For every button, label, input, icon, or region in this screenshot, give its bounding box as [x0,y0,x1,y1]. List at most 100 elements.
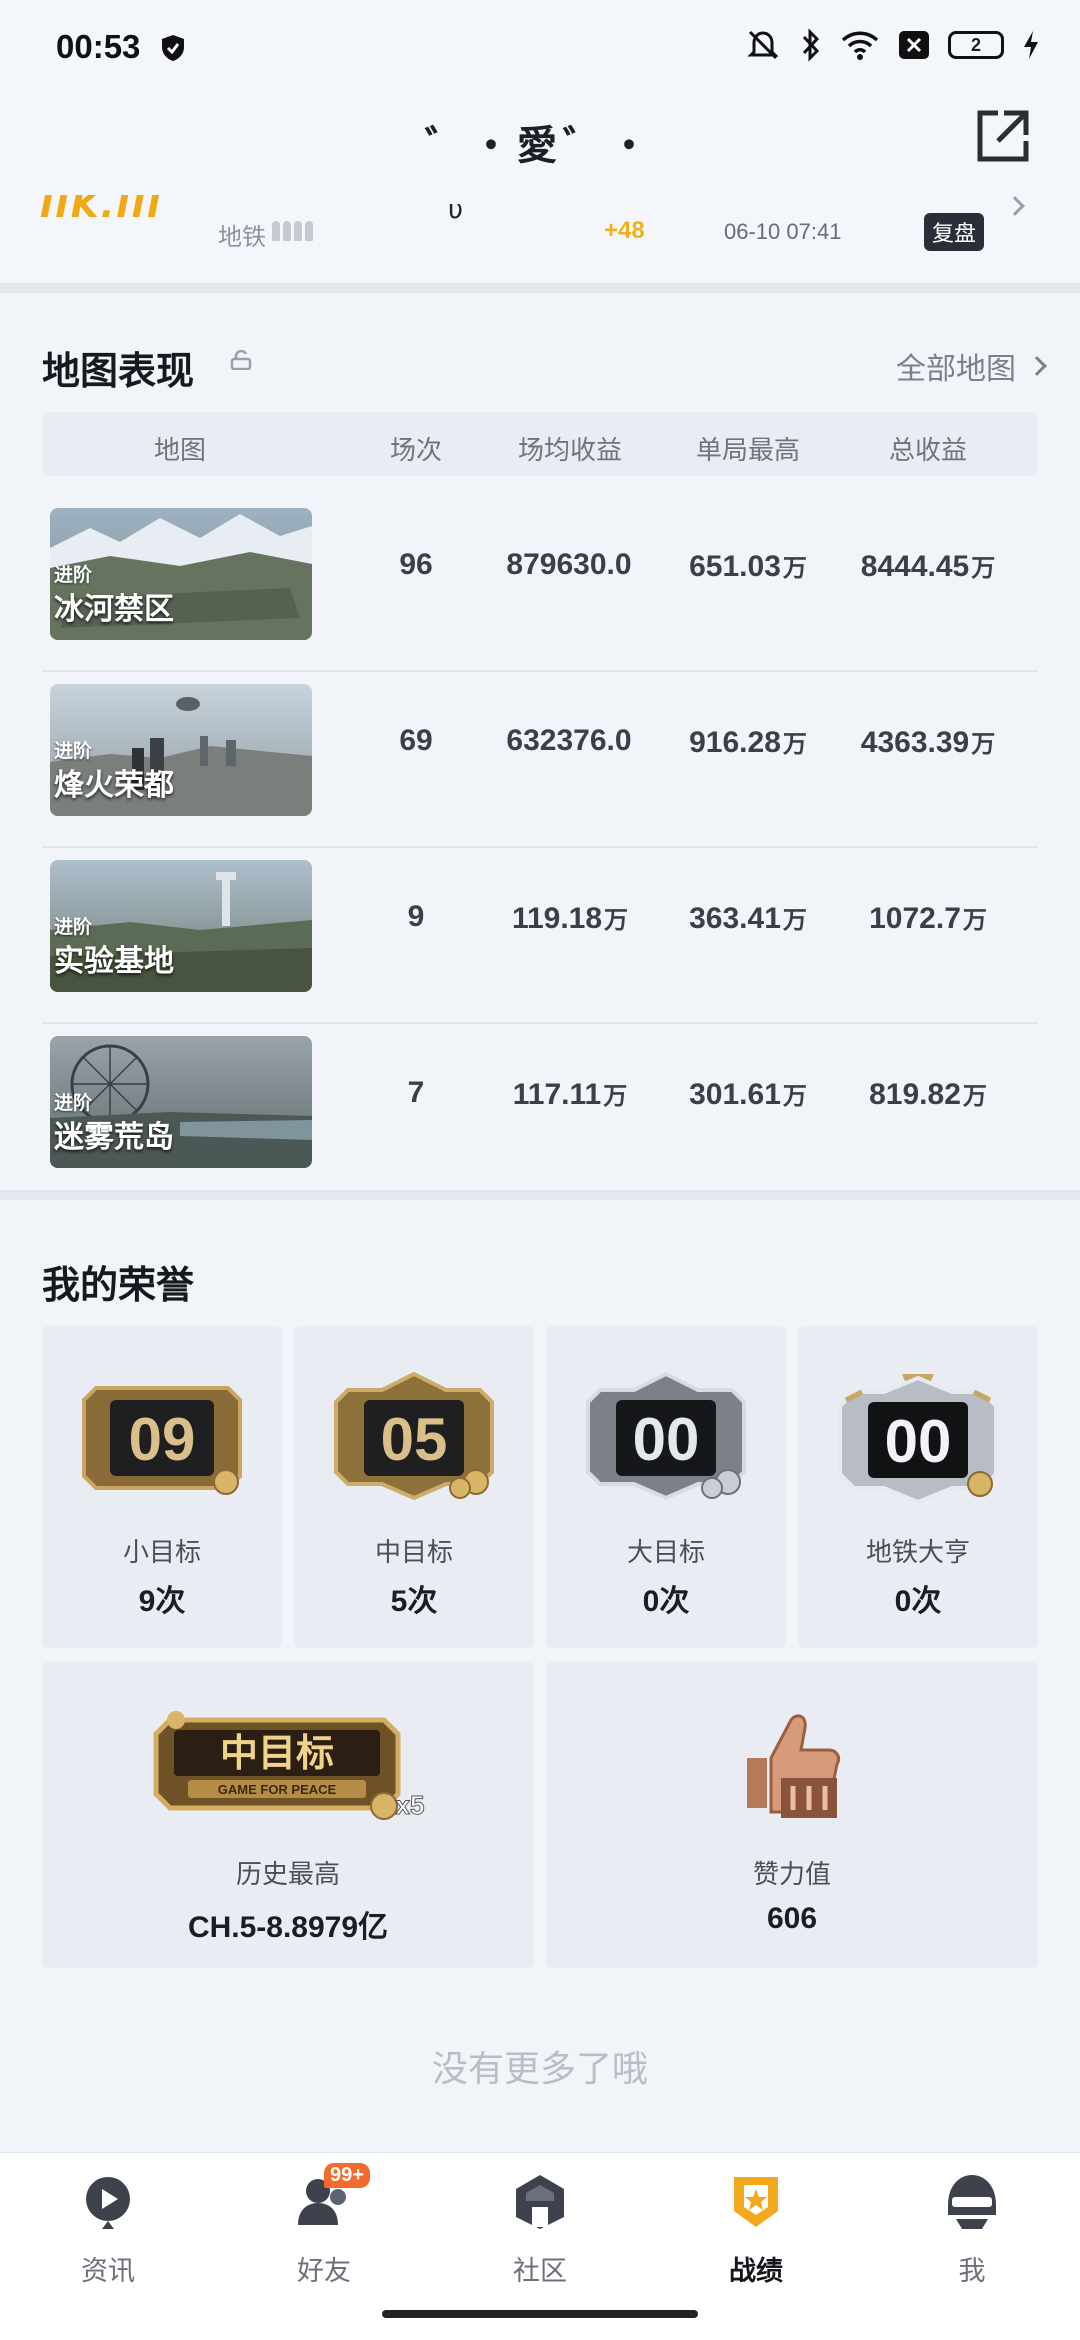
honor-card-history-best[interactable]: 中目标 GAME FOR PEACE x5 历史最高 CH.5-8.8979亿 [42,1662,534,1968]
friends-badge: 99+ [324,2163,370,2188]
no-more-text: 没有更多了哦 [431,2049,648,2090]
mid-goal-plaque-icon: 中目标 GAME FOR PEACE x5 [153,1711,425,1821]
map-thumbnail: 进阶 实验基地 [50,860,312,992]
mute-bell-icon [747,30,779,60]
chevron-right-icon [1027,356,1047,376]
table-row[interactable]: 进阶 冰河禁区 96 879630.0 651.03万 8444.45万 [42,496,1038,672]
honor-count: 0次 [894,1585,942,1618]
avg-value: 119.18万 [511,902,629,935]
honor-card-big-goal[interactable]: 00 大目标 0次 [546,1326,786,1648]
history-label: 历史最高 [235,1860,340,1890]
share-export-icon[interactable] [974,107,1032,165]
tab-friends[interactable]: 99+ 好友 [249,2163,399,2288]
tab-community[interactable]: 社区 [465,2171,615,2288]
crowned-silver-badge-icon: 00 [838,1374,998,1504]
map-section-title: 地图表现 [42,349,195,393]
best-value: 363.41万 [689,902,807,935]
match-record-row[interactable]: IIK.III 地铁 υ +48 06-10 07:41 复盘 [0,195,1080,283]
tab-label: 战绩 [729,2256,783,2287]
match-datetime: 06-10 07:41 [724,219,842,244]
honor-count: 9次 [138,1585,186,1618]
honor-label: 地铁大亨 [865,1538,970,1568]
matches-value: 96 [399,548,433,581]
battery-indicator: 2 [948,31,1004,59]
map-tier: 进阶 [54,1092,93,1114]
map-name: 实验基地 [54,944,174,979]
news-play-icon [86,2177,130,2229]
total-value: 8444.45万 [860,550,996,583]
badge-number: 09 [129,1406,196,1473]
gold-badge-icon: 09 [82,1386,242,1495]
col-map: 地图 [153,436,207,466]
plaque-subtitle: GAME FOR PEACE [218,1782,337,1797]
map-thumbnail: 进阶 迷雾荒岛 [50,1036,312,1168]
honor-section-title: 我的荣誉 [42,1263,195,1307]
section-divider [0,1190,1080,1200]
total-value: 1072.7万 [869,902,987,935]
honor-card-mid-goal[interactable]: 05 中目标 5次 [294,1326,534,1648]
avg-value: 117.11万 [512,1078,628,1111]
likes-label: 赞力值 [752,1860,831,1890]
badge-number: 00 [633,1406,700,1473]
map-thumbnail: 进阶 冰河禁区 [50,508,312,640]
tab-me[interactable]: 我 [897,2171,1047,2288]
bluetooth-icon [802,28,820,62]
honor-card-likes[interactable]: 赞力值 606 [546,1662,1038,1968]
helmet-profile-icon [948,2175,996,2229]
home-indicator[interactable] [382,2310,698,2318]
plaque-title: 中目标 [220,1731,334,1775]
map-thumbnail: 进阶 烽火荣都 [50,684,312,816]
clock: 00:53 [56,28,141,65]
map-name: 冰河禁区 [54,592,174,627]
thumbs-up-icon [747,1714,841,1818]
player-name: ゛・愛゛・ [425,123,655,169]
clipped-text: υ [448,195,464,225]
honor-card-small-goal[interactable]: 09 小目标 9次 [42,1326,282,1648]
match-mode: 地铁 [218,223,266,251]
table-row[interactable]: 进阶 迷雾荒岛 7 117.11万 301.61万 819.82万 [42,1024,1038,1200]
matches-value: 69 [399,724,433,757]
honor-count: 0次 [642,1585,690,1618]
table-row[interactable]: 进阶 烽火荣都 69 632376.0 916.28万 4363.39万 [42,672,1038,848]
avg-value: 632376.0 [506,724,632,757]
badge-number: 00 [885,1408,952,1475]
best-value: 916.28万 [689,726,807,759]
badge-number: 05 [381,1406,448,1473]
tab-records[interactable]: 战绩 [681,2171,831,2288]
matches-value: 7 [407,1076,425,1109]
honor-label: 小目标 [122,1538,201,1568]
section-divider [0,283,1080,293]
shield-status-icon [162,35,184,61]
tab-label: 社区 [513,2256,567,2287]
review-button[interactable]: 复盘 [924,213,985,251]
matches-value: 9 [407,900,425,933]
honor-label: 中目标 [374,1538,453,1568]
tab-label: 好友 [297,2256,351,2287]
team-size-icon [272,221,313,241]
silver-badge-icon: 00 [586,1371,746,1501]
col-total: 总收益 [888,436,968,466]
tab-label: 资讯 [81,2256,135,2287]
tab-news[interactable]: 资讯 [33,2171,183,2288]
honor-label: 大目标 [626,1538,705,1568]
map-tier: 进阶 [54,564,93,586]
profile-header: ゛・愛゛・ [0,95,1080,195]
total-value: 4363.39万 [860,726,996,759]
col-avg: 场均收益 [517,436,623,466]
community-icon [516,2175,564,2229]
honor-card-metro-tycoon[interactable]: 00 地铁大亨 0次 [798,1326,1038,1648]
best-value: 651.03万 [689,550,807,583]
col-best: 单局最高 [695,436,801,466]
all-maps-link[interactable]: 全部地图 [896,344,1047,388]
multiplier: x5 [396,1790,425,1820]
likes-value: 606 [766,1902,818,1935]
table-header: 地图 场次 场均收益 单局最高 总收益 [42,412,1038,476]
chevron-right-icon [1005,196,1025,216]
best-value: 301.61万 [689,1078,807,1111]
tab-label: 我 [958,2256,986,2287]
rank-logo: IIK.III [40,195,163,226]
status-icons: 2 [744,28,1040,62]
status-bar: 00:53 2 [0,0,1080,95]
col-matches: 场次 [389,436,443,466]
table-row[interactable]: 进阶 实验基地 9 119.18万 363.41万 1072.7万 [42,848,1038,1024]
